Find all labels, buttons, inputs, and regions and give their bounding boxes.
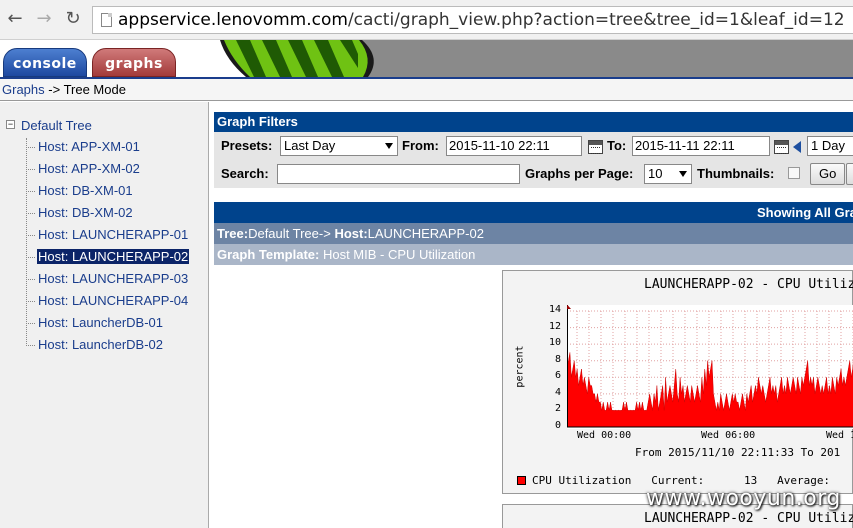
- cacti-logo: [216, 40, 391, 77]
- back-arrow-icon[interactable]: ←: [4, 8, 26, 30]
- showing-text: Showing All Grap: [757, 205, 853, 220]
- tree-item-label[interactable]: Host: LauncherDB-02: [37, 337, 164, 352]
- thumbnails-checkbox[interactable]: [788, 167, 800, 179]
- graph-filters-panel: Presets: Last Day From: 2015-11-10 22:11…: [214, 132, 853, 188]
- y-axis-label: percent: [514, 345, 526, 388]
- url-path: /cacti/graph_view.php?action=tree&tree_i…: [347, 10, 845, 30]
- host-label: Host:: [334, 226, 368, 241]
- calendar-icon[interactable]: [588, 140, 603, 154]
- search-label: Search:: [221, 166, 269, 181]
- watermark: www.wooyun.org: [646, 486, 841, 511]
- chevron-down-icon: [385, 143, 393, 149]
- url-text[interactable]: appservice.lenovomm.com/cacti/graph_view…: [118, 10, 845, 30]
- graph-template-row: Graph Template: Host MIB - CPU Utilizati…: [214, 244, 853, 265]
- page-icon: [101, 13, 112, 27]
- graph-title: LAUNCHERAPP-02 - CPU Utiliz: [644, 277, 853, 292]
- cpu-graph[interactable]: LAUNCHERAPP-02 - CPU Utiliz percent 14 12…: [502, 270, 853, 494]
- presets-value: Last Day: [284, 138, 336, 153]
- cacti-header: console graphs: [0, 40, 853, 77]
- header-bar: [390, 40, 853, 77]
- tree-item-label[interactable]: Host: LauncherDB-01: [37, 315, 164, 330]
- from-label: From:: [402, 138, 439, 153]
- graph-time-range: From 2015/11/10 22:11:33 To 201: [635, 446, 841, 459]
- graphs-per-page-select[interactable]: 10: [644, 164, 692, 184]
- graphs-per-page-value: 10: [648, 166, 663, 181]
- graph-filters-title: Graph Filters: [214, 112, 853, 132]
- y-tick-label: 2: [554, 403, 561, 415]
- legend-swatch: [517, 476, 526, 485]
- calendar-icon[interactable]: [774, 140, 789, 154]
- tree-item-label[interactable]: Host: APP-XM-02: [37, 161, 141, 176]
- timespan-select[interactable]: 1 Day: [807, 136, 853, 156]
- tree-item-label[interactable]: Host: LAUNCHERAPP-01: [37, 227, 189, 242]
- graphs-per-page-label: Graphs per Page:: [525, 166, 634, 181]
- presets-select[interactable]: Last Day: [280, 136, 398, 156]
- to-date-input[interactable]: 2015-11-11 22:11: [632, 136, 770, 156]
- address-bar[interactable]: appservice.lenovomm.com/cacti/graph_view…: [92, 6, 853, 34]
- tree-item-label[interactable]: Host: DB-XM-01: [37, 183, 134, 198]
- tree-value: Default Tree->: [248, 226, 335, 241]
- x-tick-label: Wed 00:00: [577, 430, 632, 441]
- legend-label: CPU Utilization: [532, 474, 632, 487]
- tree-item-label[interactable]: Host: LAUNCHERAPP-04: [37, 293, 189, 308]
- breadcrumb: Graphs -> Tree Mode: [0, 77, 853, 101]
- tree-path-row: Tree:Default Tree-> Host:LAUNCHERAPP-02: [214, 223, 853, 244]
- forward-arrow-icon[interactable]: →: [33, 8, 55, 30]
- showing-all-graphs-bar: Showing All Grap: [214, 202, 853, 223]
- tree-item-label-selected[interactable]: Host: LAUNCHERAPP-02: [37, 249, 190, 264]
- timespan-value: 1 Day: [811, 138, 845, 153]
- x-tick-label: Wed 1: [826, 430, 853, 441]
- tree-item-label[interactable]: Host: DB-XM-02: [37, 205, 134, 220]
- url-host: appservice.lenovomm.com: [118, 10, 348, 30]
- y-tick-label: 0: [554, 420, 561, 431]
- graph-tree-pane: − Default Tree Host: APP-XM-01 Host: APP…: [0, 102, 209, 528]
- from-date-input[interactable]: 2015-11-10 22:11: [446, 136, 582, 156]
- host-value: LAUNCHERAPP-02: [367, 226, 484, 241]
- collapse-toggle-icon[interactable]: −: [6, 120, 15, 129]
- template-value: Host MIB - CPU Utilization: [319, 247, 476, 262]
- presets-label: Presets:: [221, 138, 273, 153]
- thumbnails-label: Thumbnails:: [697, 166, 775, 181]
- browser-toolbar: ← → ↻ appservice.lenovomm.com/cacti/grap…: [0, 0, 853, 40]
- y-tick-label: 10: [548, 337, 561, 349]
- breadcrumb-graphs-link[interactable]: Graphs: [2, 82, 45, 97]
- cpu-area-plot: [567, 305, 853, 429]
- tab-console[interactable]: console: [3, 48, 87, 77]
- search-input[interactable]: [277, 164, 520, 184]
- template-label: Graph Template:: [217, 247, 320, 262]
- tree-item-label[interactable]: Host: APP-XM-01: [37, 139, 141, 154]
- to-label: To:: [607, 138, 627, 153]
- y-tick-label: 8: [554, 353, 561, 365]
- x-tick-label: Wed 06:00: [701, 430, 756, 441]
- graph-title: LAUNCHERAPP-02 - CPU Utiliz: [644, 511, 853, 526]
- main-content: Graph Filters Presets: Last Day From: 20…: [210, 102, 853, 528]
- clear-button[interactable]: [846, 163, 853, 185]
- tree-item-label[interactable]: Host: LAUNCHERAPP-03: [37, 271, 189, 286]
- breadcrumb-current: Tree Mode: [63, 82, 126, 97]
- y-tick-label: 14: [548, 304, 561, 315]
- reload-icon[interactable]: ↻: [62, 8, 84, 30]
- go-button[interactable]: Go: [810, 163, 846, 185]
- y-tick-label: 6: [554, 370, 561, 382]
- tree-root-label[interactable]: Default Tree: [21, 118, 92, 133]
- y-tick-label: 12: [548, 320, 561, 332]
- chevron-down-icon: [679, 171, 687, 177]
- breadcrumb-separator: ->: [44, 82, 64, 97]
- shift-left-icon[interactable]: [793, 141, 801, 153]
- y-tick-label: 4: [554, 386, 561, 398]
- tab-graphs[interactable]: graphs: [92, 48, 176, 77]
- tree-label: Tree:: [217, 226, 249, 241]
